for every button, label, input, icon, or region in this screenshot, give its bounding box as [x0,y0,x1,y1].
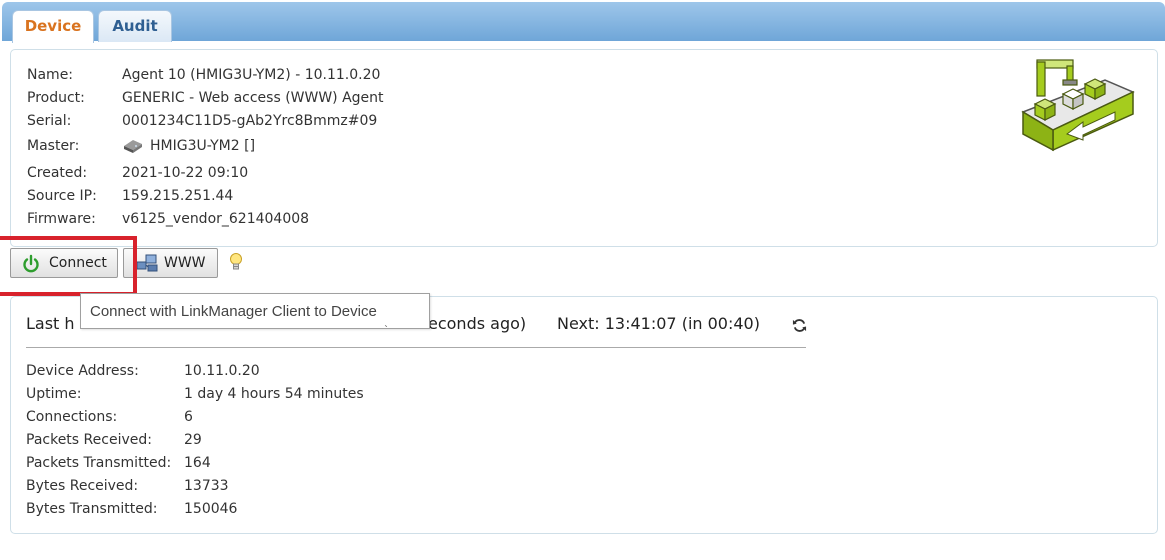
status-value: 1 day 4 hours 54 minutes [184,386,364,402]
tab-bar: Device Audit [2,2,1165,43]
status-value: 29 [184,432,202,448]
device-info-panel: Name: Agent 10 (HMIG3U-YM2) - 10.11.0.20 … [10,49,1158,247]
device-name-value: Agent 10 (HMIG3U-YM2) - 10.11.0.20 [122,67,381,83]
refresh-icon[interactable] [792,318,807,333]
status-label: Uptime: [26,386,82,402]
status-label: Bytes Received: [26,478,139,494]
lightbulb-icon[interactable] [228,252,244,274]
status-row: Bytes Transmitted: 150046 [26,499,237,519]
serial-row: Serial: 0001234C11D5-gAb2Yrc8Bmmz#09 [27,111,377,131]
www-button-label: WWW [164,255,206,271]
tooltip-tail: ` [384,325,389,336]
source-ip-label: Source IP: [27,188,97,204]
firmware-row: Firmware: v6125_vendor_621404008 [27,209,309,229]
last-heard-suffix: econds ago) [428,314,527,333]
status-row: Uptime: 1 day 4 hours 54 minutes [26,384,364,404]
status-row: Packets Received: 29 [26,430,202,450]
next-poll-text: Next: 13:41:07 (in 00:40) [557,314,760,333]
source-ip-row: Source IP: 159.215.251.44 [27,186,233,206]
source-ip-value: 159.215.251.44 [122,188,234,204]
status-label: Device Address: [26,363,139,379]
master-row: Master: HMIG3U-YM2 [] [27,136,255,156]
status-label: Packets Received: [26,432,152,448]
status-value: 164 [184,455,211,471]
created-label: Created: [27,165,88,181]
network-icon [136,253,158,283]
created-row: Created: 2021-10-22 09:10 [27,163,248,183]
status-label: Bytes Transmitted: [26,501,158,517]
serial-label: Serial: [27,113,72,129]
status-row: Device Address: 10.11.0.20 [26,361,260,381]
status-label: Packets Transmitted: [26,455,172,471]
master-label: Master: [27,138,80,154]
tab-device[interactable]: Device [12,10,94,43]
status-value: 6 [184,409,193,425]
product-value: GENERIC - Web access (WWW) Agent [122,90,384,106]
product-row: Product: GENERIC - Web access (WWW) Agent [27,88,384,108]
status-label: Connections: [26,409,118,425]
www-button[interactable]: WWW [123,248,218,278]
status-row: Bytes Received: 13733 [26,476,229,496]
status-value: 150046 [184,501,238,517]
status-divider [26,347,806,348]
status-row: Packets Transmitted: 164 [26,453,211,473]
device-name-label: Name: [27,67,74,83]
product-label: Product: [27,90,85,106]
firmware-label: Firmware: [27,211,96,227]
status-value: 13733 [184,478,229,494]
status-row: Connections: 6 [26,407,193,427]
device-graphic-icon [1021,59,1135,152]
gateway-device-icon [122,137,144,153]
connect-highlight-box [0,236,137,296]
status-value: 10.11.0.20 [184,363,260,379]
device-name-row: Name: Agent 10 (HMIG3U-YM2) - 10.11.0.20 [27,65,380,85]
tab-audit[interactable]: Audit [98,10,172,42]
connect-tooltip: Connect with LinkManager Client to Devic… [80,293,430,329]
last-heard-text: Last h [26,314,75,333]
created-value: 2021-10-22 09:10 [122,165,249,181]
serial-value: 0001234C11D5-gAb2Yrc8Bmmz#09 [122,113,378,129]
master-value[interactable]: HMIG3U-YM2 [] [150,138,255,154]
firmware-value: v6125_vendor_621404008 [122,211,310,227]
